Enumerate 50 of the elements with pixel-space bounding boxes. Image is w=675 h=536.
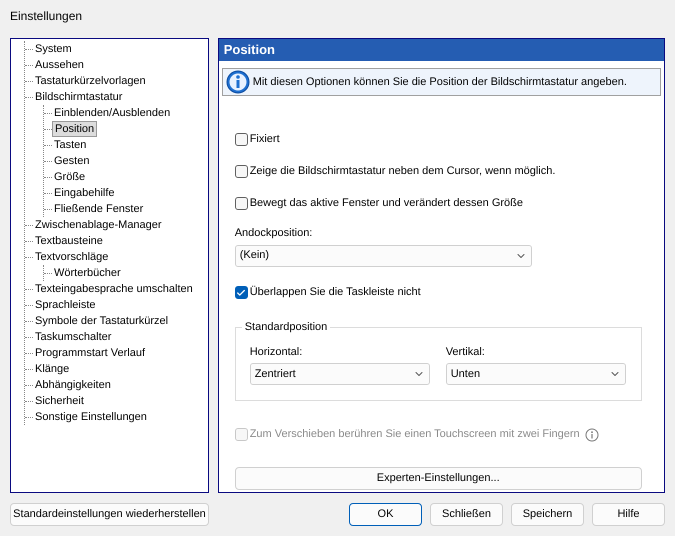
dropdown[interactable]: Unten (446, 363, 626, 385)
checkbox[interactable] (234, 164, 248, 178)
info-icon (584, 428, 599, 442)
tree-item[interactable]: Klänge (33, 361, 72, 377)
panel-title: Position (224, 41, 275, 60)
tree-item[interactable]: Wörterbücher (52, 265, 123, 281)
expert-settings-button[interactable]: Experten-Einstellungen... (234, 466, 642, 490)
checkbox-label: Zeige die Bildschirmtastatur neben dem Cursor, wenn möglich. (250, 164, 556, 179)
checkbox-label: Bewegt das aktive Fenster und verändert dessen Größe (250, 196, 524, 211)
checkbox-label: Fixiert (250, 132, 280, 147)
tree-item[interactable]: Programmstart Verlauf (33, 345, 148, 361)
tree-item[interactable]: Einblenden/Ausblenden (52, 105, 172, 121)
checkbox[interactable] (234, 286, 248, 299)
checkbox-label: Überlappen Sie die Taskleiste nicht (250, 284, 421, 300)
window-title: Einstellungen (10, 8, 82, 25)
field-label: Horizontal: (250, 344, 304, 360)
dialog-button[interactable]: Hilfe (592, 503, 665, 526)
tree-item[interactable]: Bildschirmtastatur (33, 89, 124, 105)
tree-item[interactable]: Aussehen (33, 57, 86, 73)
checkbox-label: Zum Verschieben berühren Sie einen Touchscreen mit zwei Fingern (250, 427, 580, 442)
info-text: Mit diesen Optionen können Sie die Position der Bildschirmtastatur angeben. (252, 74, 627, 90)
tree-item[interactable]: Textvorschläge (33, 249, 110, 265)
tree-item[interactable]: Fließende Fenster (52, 201, 146, 217)
field-label: Vertikal: (446, 344, 486, 360)
tree-item[interactable]: Abhängigkeiten (33, 377, 113, 393)
dialog-button[interactable]: OK (349, 503, 422, 526)
tree-item[interactable]: Eingabehilfe (52, 185, 117, 201)
dialog-button[interactable]: Schließen (430, 503, 503, 526)
tree-item[interactable]: System (33, 41, 74, 57)
tree-item[interactable]: Tastaturkürzelvorlagen (33, 73, 148, 89)
dropdown[interactable]: (Kein) (234, 244, 532, 266)
tree-item[interactable]: Sicherheit (33, 393, 86, 409)
tree-item[interactable]: Gesten (52, 153, 92, 169)
tree-item[interactable]: Textbausteine (33, 233, 105, 249)
tree-item[interactable]: Sprachleiste (33, 297, 98, 313)
dialog-button[interactable]: Speichern (511, 503, 584, 526)
tree-item[interactable]: Größe (52, 169, 88, 185)
restore-defaults-button[interactable]: Standardeinstellungen wiederherstellen (10, 503, 209, 526)
tree-item[interactable]: Tasten (52, 137, 88, 153)
tree-item[interactable]: Symbole der Tastaturkürzel (33, 313, 170, 329)
tree-item[interactable]: Position (52, 121, 98, 137)
dropdown[interactable]: Zentriert (250, 363, 430, 385)
tree-item[interactable]: Taskumschalter (33, 329, 114, 345)
tree-item[interactable]: Zwischenablage-Manager (33, 217, 164, 233)
tree-item[interactable]: Texteingabesprache umschalten (33, 281, 195, 297)
checkbox[interactable] (234, 132, 248, 146)
check-icon (236, 288, 246, 298)
tree-item[interactable]: Sonstige Einstellungen (33, 409, 149, 425)
checkbox[interactable] (234, 196, 248, 210)
field-label: Andockposition: (234, 226, 314, 241)
